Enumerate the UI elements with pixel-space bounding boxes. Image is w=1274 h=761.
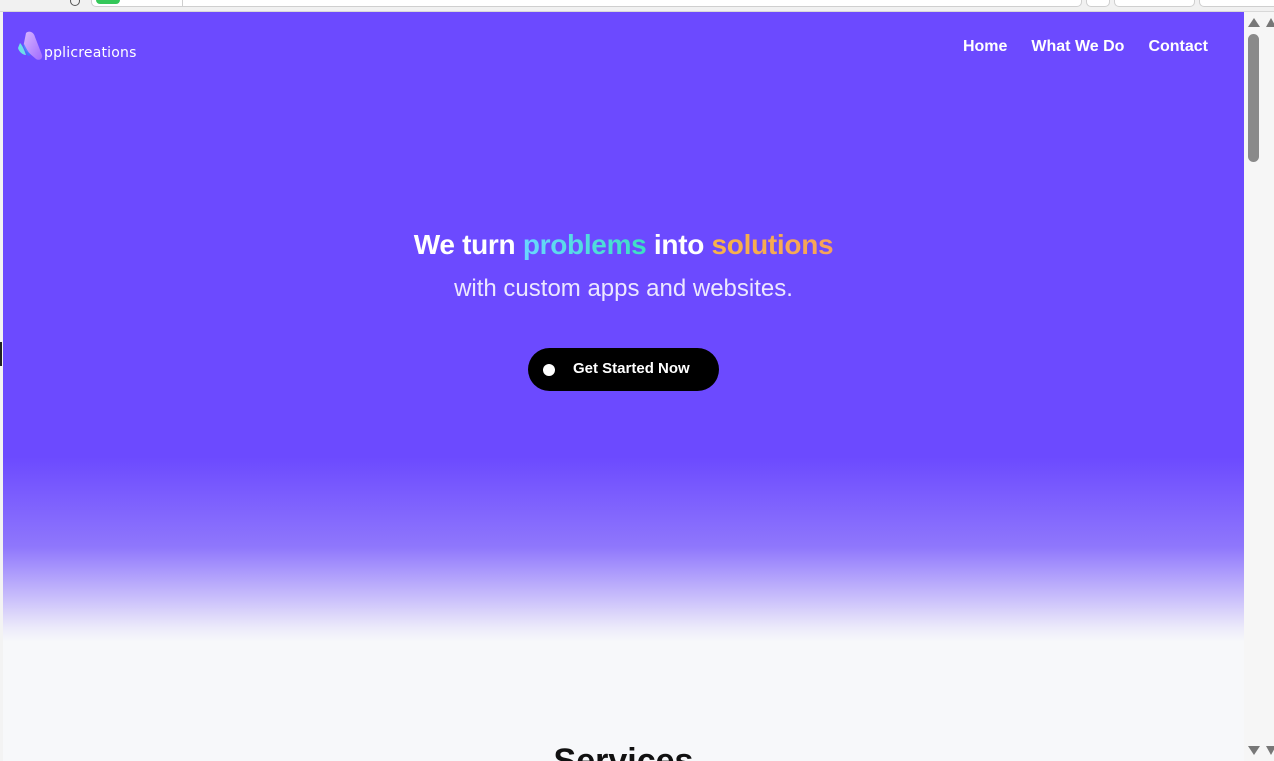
browser-button[interactable] — [1086, 0, 1110, 7]
brand-wordmark: pplicreations — [44, 45, 137, 61]
services-heading: Services — [553, 742, 694, 761]
secure-badge-icon — [96, 0, 120, 4]
refresh-icon[interactable] — [70, 0, 80, 6]
get-started-label: Get Started Now — [573, 360, 690, 377]
nav-link-what-we-do[interactable]: What We Do — [1031, 38, 1124, 56]
scroll-up-arrow-icon[interactable] — [1266, 18, 1274, 27]
browser-toolbar — [0, 0, 1274, 12]
get-started-button[interactable]: Get Started Now — [528, 348, 719, 391]
scroll-up-arrow-icon[interactable] — [1248, 18, 1260, 27]
brand-logo-icon — [18, 31, 43, 60]
address-bar[interactable] — [91, 0, 1082, 7]
headline-highlight-solutions: solutions — [711, 229, 834, 260]
headline-text: We turn — [413, 229, 523, 260]
main-navigation: Home What We Do Contact — [963, 38, 1208, 56]
headline-highlight-problems: problems — [522, 229, 647, 260]
address-separator — [182, 0, 183, 6]
scroll-down-arrow-icon[interactable] — [1248, 746, 1260, 755]
dot-icon — [543, 364, 555, 376]
scrollbar-thumb[interactable] — [1248, 34, 1259, 162]
nav-link-home[interactable]: Home — [963, 38, 1007, 56]
hero-subheadline: with custom apps and websites. — [454, 275, 793, 302]
vertical-scrollbar[interactable] — [1244, 12, 1274, 761]
nav-link-contact[interactable]: Contact — [1148, 38, 1208, 56]
text-cursor — [0, 342, 2, 366]
headline-text: into — [646, 229, 712, 260]
browser-button[interactable] — [1114, 0, 1195, 7]
hero-headline: We turn problems into solutions — [3, 229, 1244, 261]
brand-logo[interactable]: pplicreations — [17, 31, 136, 65]
page-viewport: pplicreations Home What We Do Contact We… — [3, 12, 1244, 761]
browser-button[interactable] — [1199, 0, 1274, 7]
scroll-down-arrow-icon[interactable] — [1266, 746, 1274, 755]
